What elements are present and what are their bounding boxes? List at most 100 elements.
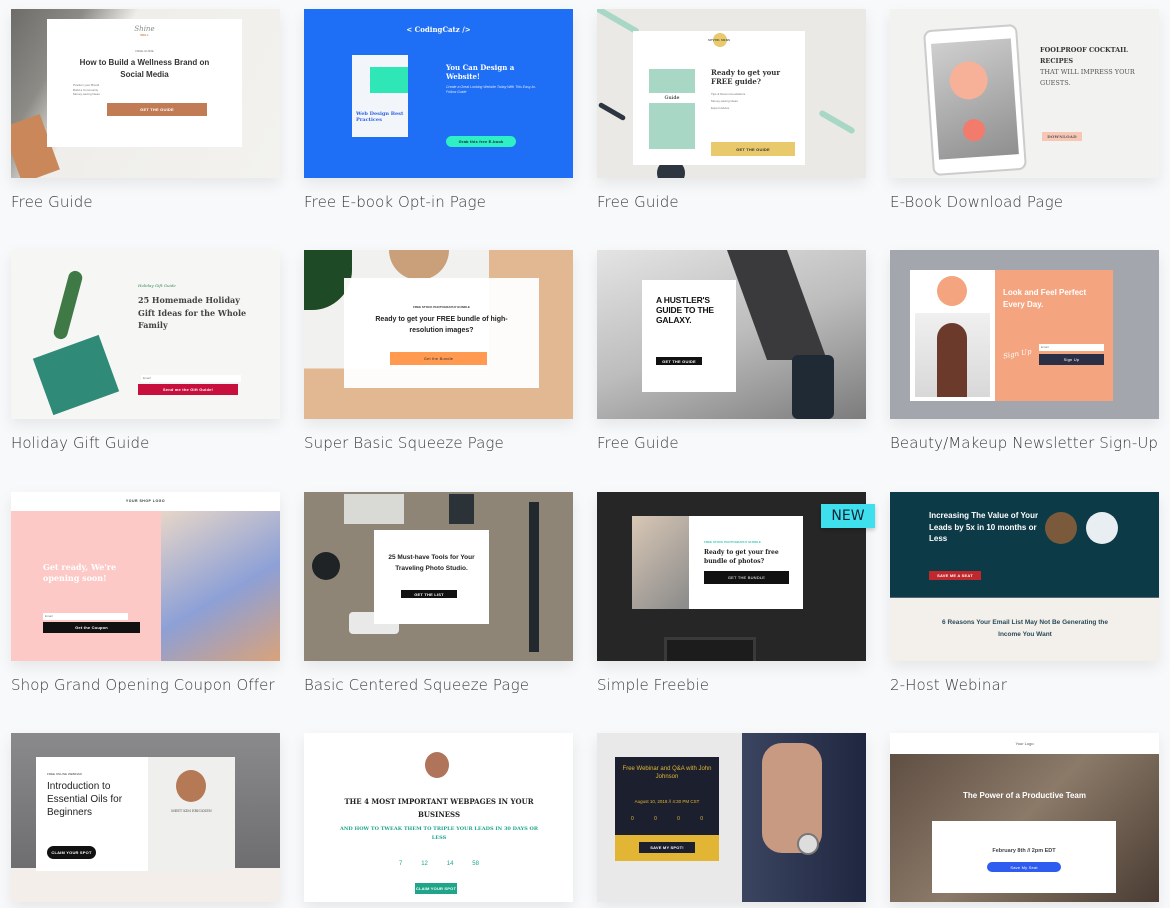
email-input: Email xyxy=(1039,344,1104,351)
bullet-list: Position your Brand Build a Community Mone… xyxy=(73,83,100,96)
guide-panel: A HUSTLER'S GUIDE TO THE GALAXY. GET THE… xyxy=(642,280,736,392)
countdown-timer: 7 12 14 58 xyxy=(399,861,479,867)
bullet-list: Tips & Recommendations Money-saving Ideas… xyxy=(711,92,746,110)
signup-panel: Look and Feel Perfect Every Day. Sign Up… xyxy=(995,270,1113,401)
squeeze-panel: FREE STOCK PHOTOGRAPHY BUNDLE Ready to g… xyxy=(344,278,539,388)
kicker: FREE STOCK PHOTOGRAPHY BUNDLE xyxy=(704,540,761,544)
cta-button: GET THE BUNDLE xyxy=(704,571,789,584)
new-badge: NEW xyxy=(821,504,875,528)
host-avatar xyxy=(1086,512,1118,544)
subheading: THAT WILL IMPRESS YOUR GUESTS. xyxy=(1040,68,1135,87)
cta-button: DOWNLOAD xyxy=(1042,132,1082,141)
freebie-panel: FREE STOCK PHOTOGRAPHY BUNDLE Ready to g… xyxy=(689,516,803,609)
cta-button: Save My Seat xyxy=(987,862,1061,872)
subheading: 6 Reasons Your Email List May Not Be Gen… xyxy=(942,619,1108,638)
template-title[interactable]: E-Book Download Page xyxy=(890,193,1063,211)
logo: Your Logo xyxy=(890,733,1159,754)
product-image xyxy=(161,511,280,661)
heading: Ready to get your FREE guide? xyxy=(711,68,781,86)
cta-button: CLAIM YOUR SPOT xyxy=(415,883,457,894)
template-thumbnail[interactable]: Holiday Gift Guide 25 Homemade Holiday G… xyxy=(11,250,280,419)
heading: Look and Feel Perfect Every Day. xyxy=(1003,288,1087,309)
template-title[interactable]: Super Basic Squeeze Page xyxy=(304,434,504,452)
kicker: FREE GUIDE xyxy=(135,49,154,53)
template-title[interactable]: Free Guide xyxy=(597,193,679,211)
cta-button: SAVE ME A SEAT xyxy=(929,571,981,580)
template-thumbnail[interactable]: seven suns Guide Ready to get your FREE … xyxy=(597,9,866,178)
template-thumbnail[interactable]: < CodingCatz /> Web Design Best Practice… xyxy=(304,9,573,178)
heading: You Can Design a Website! xyxy=(446,63,515,81)
template-thumbnail[interactable]: Increasing The Value of Your Leads by 5x… xyxy=(890,492,1159,661)
cta-button: Grab this free E-book xyxy=(446,136,516,147)
template-title[interactable]: Simple Freebie xyxy=(597,676,709,694)
tablet-image xyxy=(923,23,1027,177)
template-title[interactable]: Shop Grand Opening Coupon Offer xyxy=(11,676,275,694)
cta-button: Sign Up xyxy=(1039,354,1104,365)
heading: How to Build a Wellness Brand on Social … xyxy=(79,58,210,79)
template-thumbnail[interactable]: FREE STOCK PHOTOGRAPHY BUNDLE Ready to g… xyxy=(304,250,573,419)
ebook-cover: Web Design Best Practices xyxy=(352,55,408,137)
laptop-image xyxy=(632,516,689,609)
suit-image xyxy=(742,733,866,902)
event-date: February 8th // 2pm EDT xyxy=(992,848,1056,854)
email-input: Email xyxy=(141,375,241,382)
template-thumbnail[interactable]: THE 4 MOST IMPORTANT WEBPAGES IN YOUR BU… xyxy=(304,733,573,902)
host-avatar xyxy=(1045,512,1077,544)
template-thumbnail[interactable]: FREE ONLINE WEBINAR Introduction to Esse… xyxy=(11,733,280,902)
heading: The Power of a Productive Team xyxy=(963,791,1086,800)
template-title[interactable]: Beauty/Makeup Newsletter Sign-Up xyxy=(890,434,1158,452)
template-thumbnail[interactable]: Shine WELL FREE GUIDE How to Build a Wel… xyxy=(11,9,280,178)
logo: Shine xyxy=(134,25,155,33)
heading: FOOLPROOF COCKTAIL RECIPES xyxy=(1040,46,1128,65)
host-avatar xyxy=(425,752,449,778)
template-title[interactable]: Basic Centered Squeeze Page xyxy=(304,676,529,694)
webinar-panel: FREE ONLINE WEBINAR Introduction to Esse… xyxy=(36,757,148,871)
cta-button: GET THE LIST xyxy=(401,590,457,598)
script-text: Sign Up xyxy=(1002,347,1033,361)
heading: Get ready, We're opening soon! xyxy=(43,562,117,583)
kicker: FREE STOCK PHOTOGRAPHY BUNDLE xyxy=(413,305,470,309)
gift-image xyxy=(32,334,120,416)
subheading: AND HOW TO TWEAK THEM TO TRIPLE YOUR LEA… xyxy=(339,826,539,841)
template-title[interactable]: Free Guide xyxy=(11,193,93,211)
cta-button: GET THE GUIDE xyxy=(656,357,702,365)
logo: seven suns xyxy=(707,37,731,42)
host-name: MEET KIM ERICKSEN xyxy=(171,809,212,813)
template-thumbnail[interactable]: FOOLPROOF COCKTAIL RECIPES THAT WILL IMP… xyxy=(890,9,1159,178)
cta-button: GET THE GUIDE xyxy=(711,142,795,156)
heading: Free Webinar and Q&A with John Johnson xyxy=(622,766,712,780)
cta-button: Get the Bundle xyxy=(390,352,487,365)
heading: Ready to get your free bundle of photos? xyxy=(704,549,779,565)
template-thumbnail[interactable]: YOUR SHOP LOGO Get ready, We're opening … xyxy=(11,492,280,661)
template-title[interactable]: Free Guide xyxy=(597,434,679,452)
cta-button: CLAIM YOUR SPOT xyxy=(47,846,96,859)
kicker: Holiday Gift Guide xyxy=(138,283,176,288)
cta-button: Get the Coupon xyxy=(43,622,140,633)
heading: THE 4 MOST IMPORTANT WEBPAGES IN YOUR BU… xyxy=(344,797,534,819)
heading: Ready to get your FREE bundle of high-re… xyxy=(375,316,508,334)
template-thumbnail[interactable]: 25 Must-have Tools for Your Traveling Ph… xyxy=(304,492,573,661)
event-date: August 10, 2018 // 4:30 PM CST xyxy=(634,799,700,804)
cta-button: GET THE GUIDE xyxy=(107,103,207,116)
email-input: Email xyxy=(43,613,128,620)
template-title[interactable]: 2-Host Webinar xyxy=(890,676,1007,694)
squeeze-panel: 25 Must-have Tools for Your Traveling Ph… xyxy=(374,530,489,624)
cta-button: SAVE MY SPOT! xyxy=(639,842,695,853)
heading: 25 Homemade Holiday Gift Ideas for the W… xyxy=(138,295,247,330)
template-title[interactable]: Holiday Gift Guide xyxy=(11,434,149,452)
webinar-panel: Free Webinar and Q&A with John Johnson A… xyxy=(615,757,719,835)
host-avatar xyxy=(176,770,206,802)
heading: A HUSTLER'S GUIDE TO THE GALAXY. xyxy=(656,295,714,325)
heading: Increasing The Value of Your Leads by 5x… xyxy=(929,511,1039,543)
heading: 25 Must-have Tools for Your Traveling Ph… xyxy=(388,554,475,572)
countdown-timer: 0000 xyxy=(631,816,703,822)
heading: Introduction to Essential Oils for Begin… xyxy=(47,781,123,818)
cta-button: Send me the Gift Guide! xyxy=(138,384,238,395)
subheading: Create a Great Looking Website Today Wit… xyxy=(446,85,536,94)
template-thumbnail[interactable]: Look and Feel Perfect Every Day. Sign Up… xyxy=(890,250,1159,419)
template-thumbnail[interactable]: Your Logo The Power of a Productive Team… xyxy=(890,733,1159,902)
template-thumbnail[interactable]: A HUSTLER'S GUIDE TO THE GALAXY. GET THE… xyxy=(597,250,866,419)
template-title[interactable]: Free E-book Opt-in Page xyxy=(304,193,486,211)
template-thumbnail[interactable]: Free Webinar and Q&A with John Johnson A… xyxy=(597,733,866,902)
kicker: FREE ONLINE WEBINAR xyxy=(47,772,82,776)
